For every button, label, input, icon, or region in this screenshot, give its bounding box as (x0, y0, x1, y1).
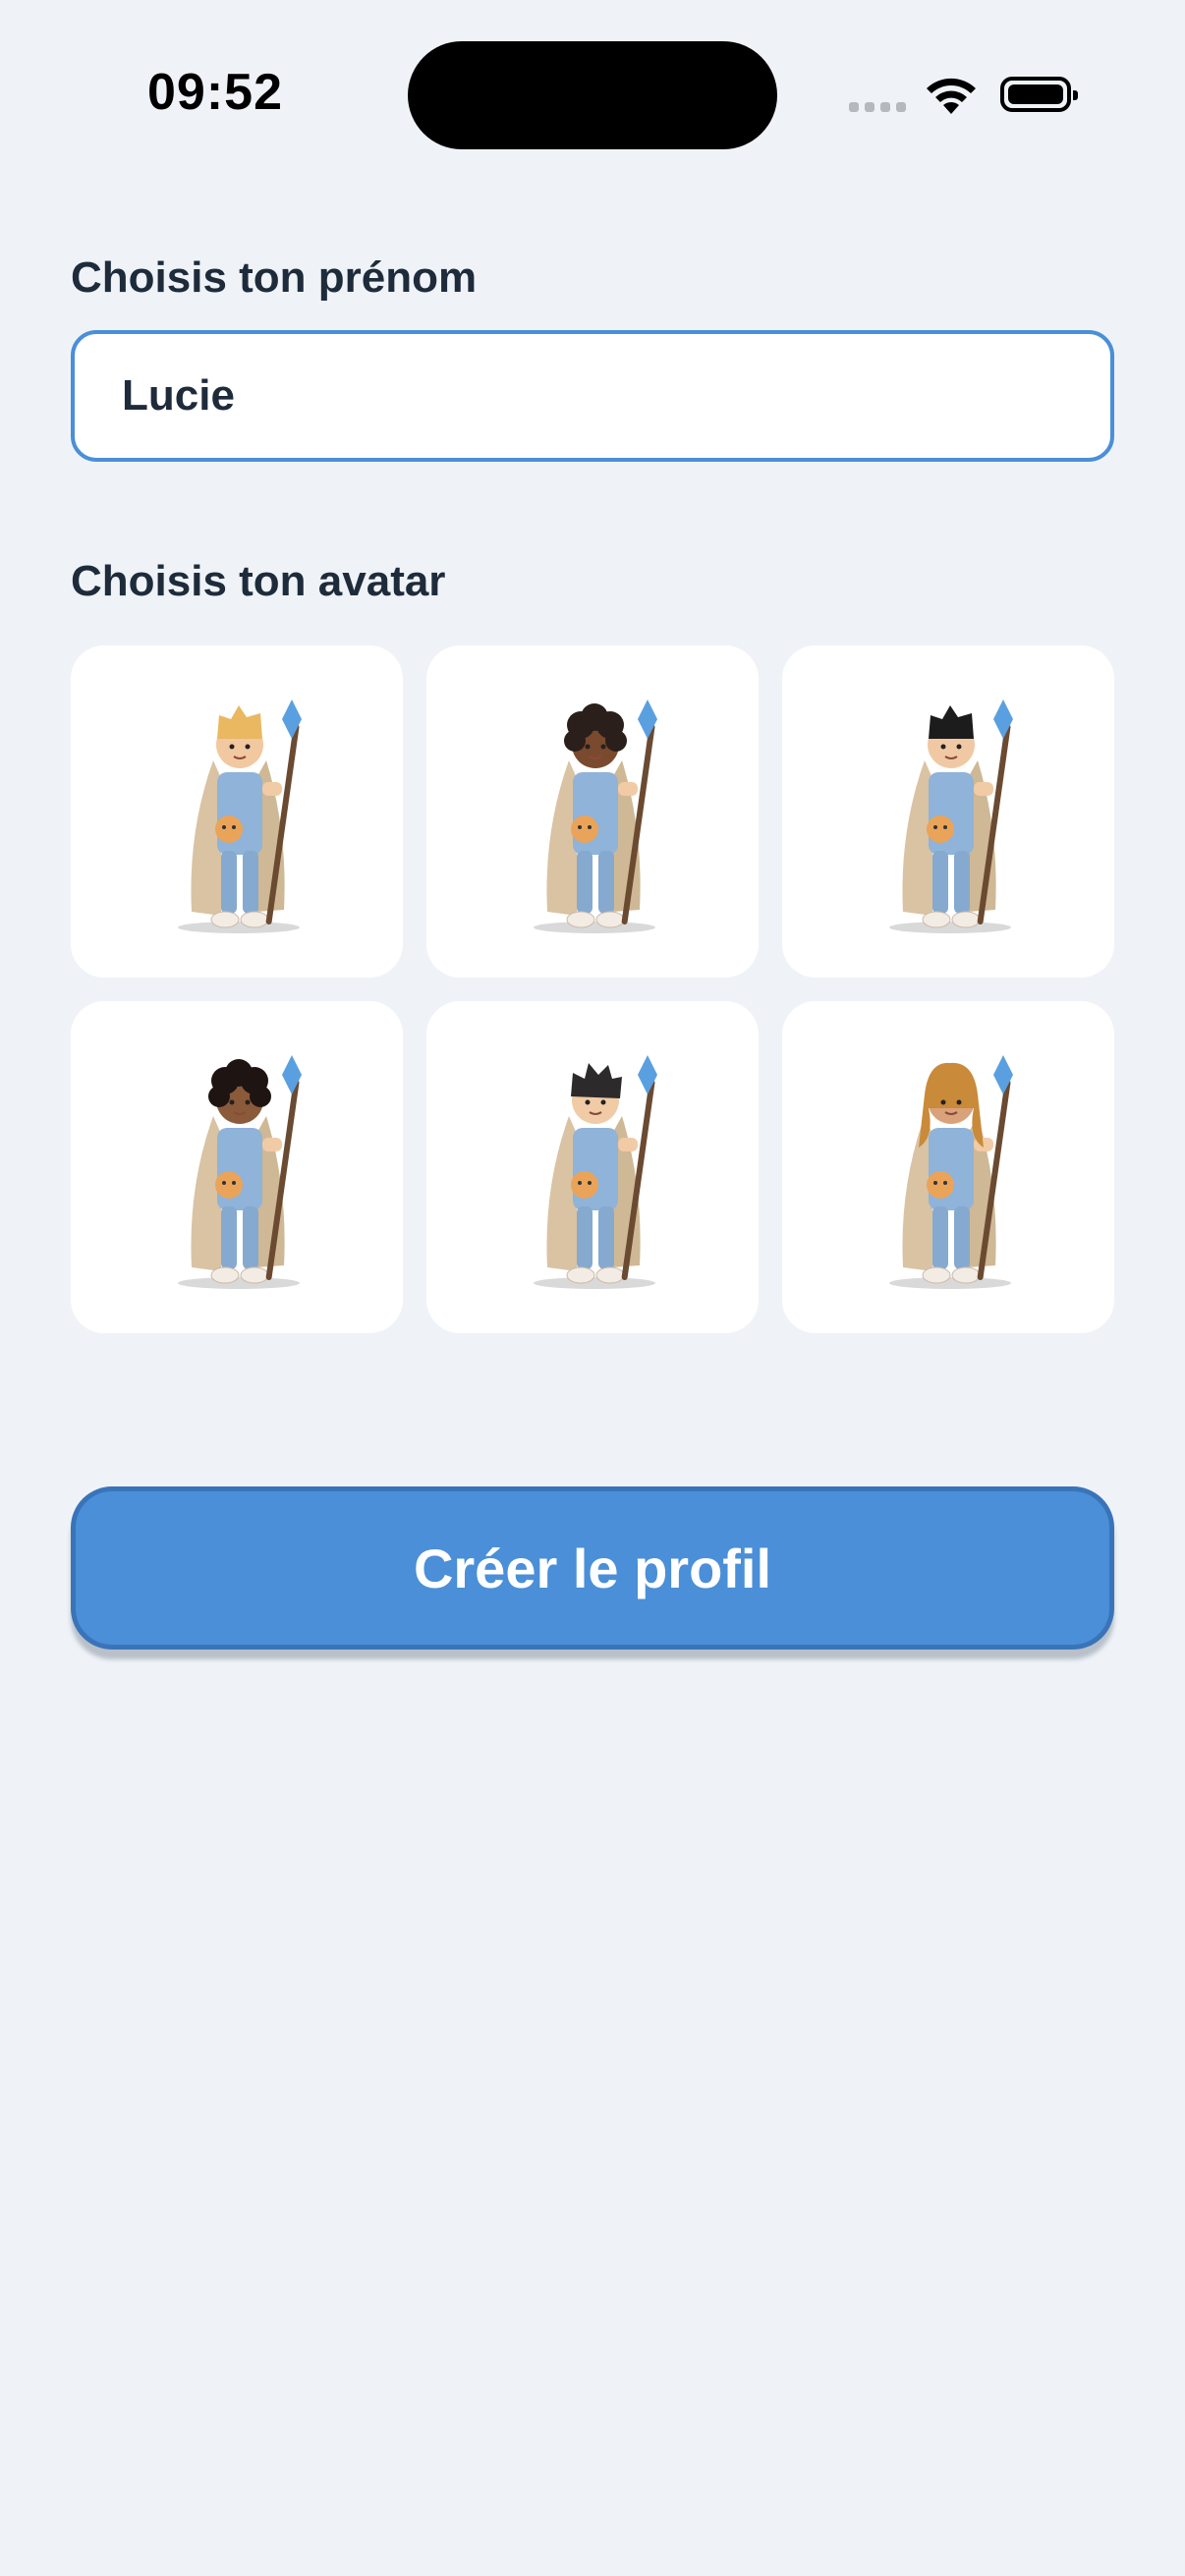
avatar-character-image (889, 700, 1013, 933)
create-profile-button[interactable]: Créer le profil (71, 1486, 1114, 1650)
avatar-character-image (178, 700, 302, 933)
avatar-option-6[interactable] (782, 1001, 1114, 1333)
avatar-character-image (534, 700, 657, 933)
avatar-option-4[interactable] (71, 1001, 403, 1333)
avatar-option-1[interactable] (71, 645, 403, 978)
avatar-label: Choisis ton avatar (71, 557, 446, 605)
avatar-character-image (534, 1055, 657, 1289)
status-bar: 09:52 (0, 0, 1185, 149)
dynamic-island (408, 41, 777, 149)
avatar-option-5[interactable] (426, 1001, 759, 1333)
name-input[interactable] (71, 330, 1114, 462)
battery-icon (1000, 77, 1078, 112)
avatar-option-2[interactable] (426, 645, 759, 978)
avatar-character-image (889, 1055, 1013, 1289)
avatar-grid (71, 645, 1114, 1333)
avatar-option-3[interactable] (782, 645, 1114, 978)
name-label: Choisis ton prénom (71, 253, 478, 302)
status-time: 09:52 (147, 64, 283, 121)
cellular-signal-icon (849, 102, 906, 112)
wifi-icon (927, 78, 976, 114)
avatar-character-image (178, 1055, 302, 1289)
